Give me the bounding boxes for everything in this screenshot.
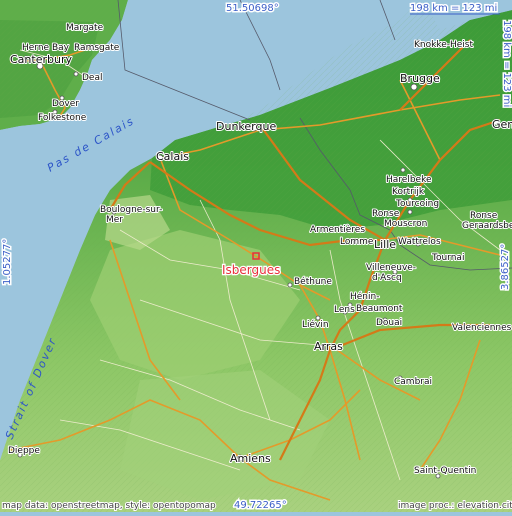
coord-bottom: 49.72265° [234,500,287,511]
label-henin-line1: Hénin- [350,291,379,302]
label-armentieres: Armentières [310,224,365,235]
label-geraardsbergen: Geraardsbergen [462,221,512,231]
label-dieppe: Dieppe [8,446,40,456]
label-knokke-heist: Knokke-Heist [414,40,473,50]
terrain-map: Pas de Calais Strait of Dover Margate He… [0,0,512,513]
label-wattrelos: Wattrelos [398,237,441,247]
label-ronse: Ronse [470,211,498,221]
label-brugge: Brugge [400,72,440,85]
label-bethune: Béthune [294,276,332,287]
label-ramsgate: Ramsgate [74,43,120,53]
label-lille: Lille [374,238,396,251]
scale-vertical: 198 km = 123 mi [501,20,512,107]
label-dover: Dover [52,99,79,109]
attribution-left: map data: openstreetmap, style: opentopo… [2,501,216,511]
attribution-right: image proc.: elevation.city [398,501,512,511]
label-tournai: Tournai [431,253,464,263]
label-folkestone: Folkestone [38,113,87,123]
label-lievin: Liévin [302,319,329,330]
label-mouscron: Ronse [372,209,400,219]
coord-left: 1.05277° [2,239,13,285]
label-saint-quentin: Saint-Quentin [414,466,476,476]
label-cambrai: Cambrai [394,377,432,387]
coord-top: 51.50698° [226,3,279,14]
label-gent: Gent [492,118,512,131]
label-amiens: Amiens [230,452,271,465]
label-roubaix: Tourcoing [395,199,439,209]
label-calais: Calais [156,150,189,163]
label-henin-line2: Beaumont [356,304,403,314]
label-harelbeke: Harelbeke [386,175,432,185]
label-boulogne-line2: Mer [106,215,123,225]
label-canterbury: Canterbury [10,53,72,66]
coord-right: 3.86527° [500,244,511,290]
label-herne-bay: Herne Bay [22,43,70,53]
label-douai: Douai [376,318,402,328]
label-villeneuve-line2: d'Ascq [372,273,402,283]
label-lens: Lens [334,305,355,315]
label-boulogne-line1: Boulogne-sur- [100,205,162,215]
label-valenciennes: Valenciennes [452,323,512,333]
label-tourcoing: Mouscron [384,219,427,229]
label-arras: Arras [314,340,343,353]
map-canvas: Pas de Calais Strait of Dover Margate He… [0,0,512,513]
label-lomme: Lomme [340,237,374,247]
label-villeneuve-line1: Villeneuve- [366,263,416,273]
label-isbergues-highlight: Isbergues [222,263,280,277]
label-dunkerque: Dunkerque [216,120,276,133]
label-margate: Margate [66,23,104,33]
scale-horizontal: 198 km = 123 mi [410,3,497,14]
label-kortrijk: Kortrijk [392,187,425,197]
label-deal: Deal [82,73,102,83]
